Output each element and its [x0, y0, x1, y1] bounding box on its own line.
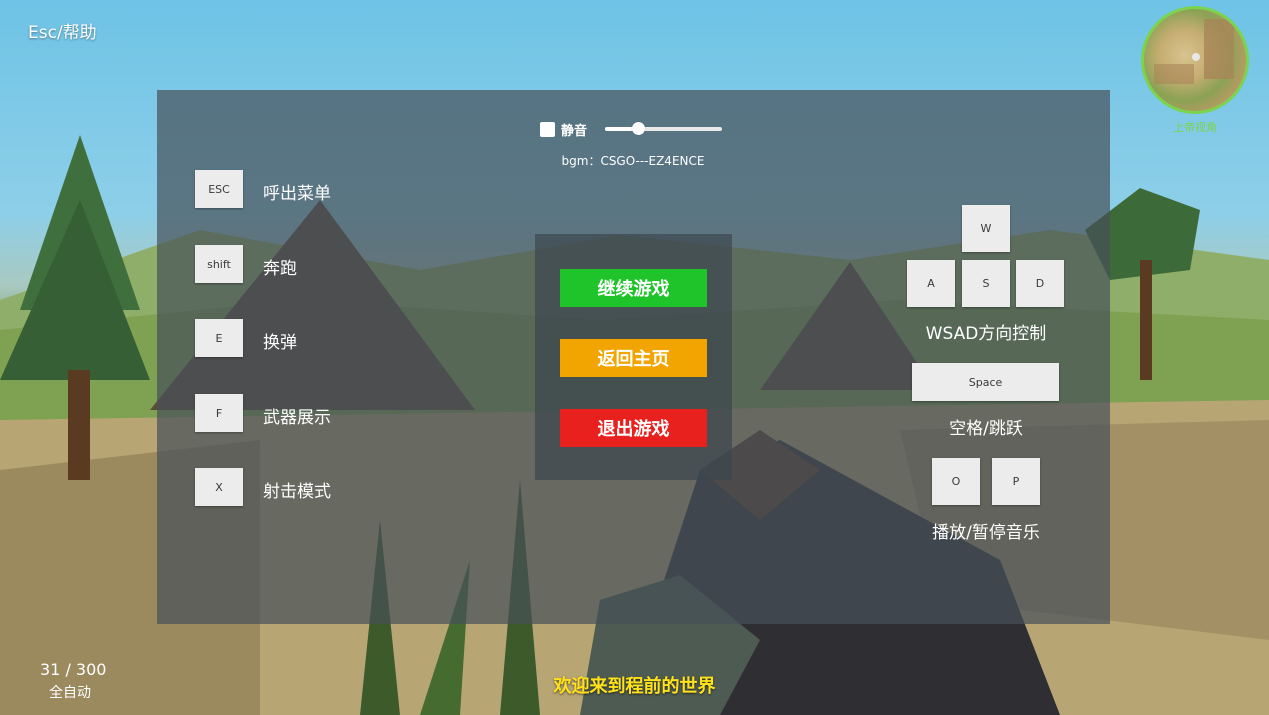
continue-game-button[interactable]: 继续游戏 — [560, 269, 707, 307]
welcome-subtitle: 欢迎来到程前的世界 — [553, 676, 716, 697]
key-x-label: 射击模式 — [263, 482, 331, 502]
key-a: A — [907, 260, 955, 307]
return-home-button[interactable]: 返回主页 — [560, 339, 707, 377]
key-space: Space — [912, 363, 1059, 401]
volume-slider[interactable] — [605, 122, 722, 135]
key-o: O — [932, 458, 980, 505]
player-marker-icon — [1192, 53, 1200, 61]
key-f-label: 武器展示 — [263, 408, 331, 428]
key-esc-label: 呼出菜单 — [263, 184, 331, 204]
key-shift: shift — [195, 245, 243, 283]
bgm-track-text: bgm：CSGO---EZ4ENCE — [561, 154, 705, 168]
minimap-view-label: 上帝视角 — [1173, 121, 1217, 134]
esc-help-hint: Esc/帮助 — [28, 23, 97, 43]
movement-label: WSAD方向控制 — [925, 324, 1047, 344]
key-e: E — [195, 319, 243, 357]
key-d: D — [1016, 260, 1064, 307]
mute-checkbox[interactable] — [540, 121, 555, 137]
mute-toggle[interactable]: 静音 — [540, 120, 588, 139]
volume-slider-handle[interactable] — [631, 122, 645, 135]
exit-game-button[interactable]: 退出游戏 — [560, 409, 707, 447]
key-s: S — [962, 260, 1010, 307]
key-shift-label: 奔跑 — [263, 259, 297, 279]
key-w: W — [962, 205, 1010, 252]
jump-label: 空格/跳跃 — [949, 419, 1023, 439]
minimap-terrain — [1154, 19, 1234, 84]
music-toggle-label: 播放/暂停音乐 — [932, 523, 1040, 543]
key-esc: ESC — [195, 170, 243, 208]
key-e-label: 换弹 — [263, 333, 297, 353]
minimap[interactable] — [1141, 6, 1249, 114]
key-x: X — [195, 468, 243, 506]
key-p: P — [992, 458, 1040, 505]
key-f: F — [195, 394, 243, 432]
mute-label: 静音 — [561, 123, 588, 139]
